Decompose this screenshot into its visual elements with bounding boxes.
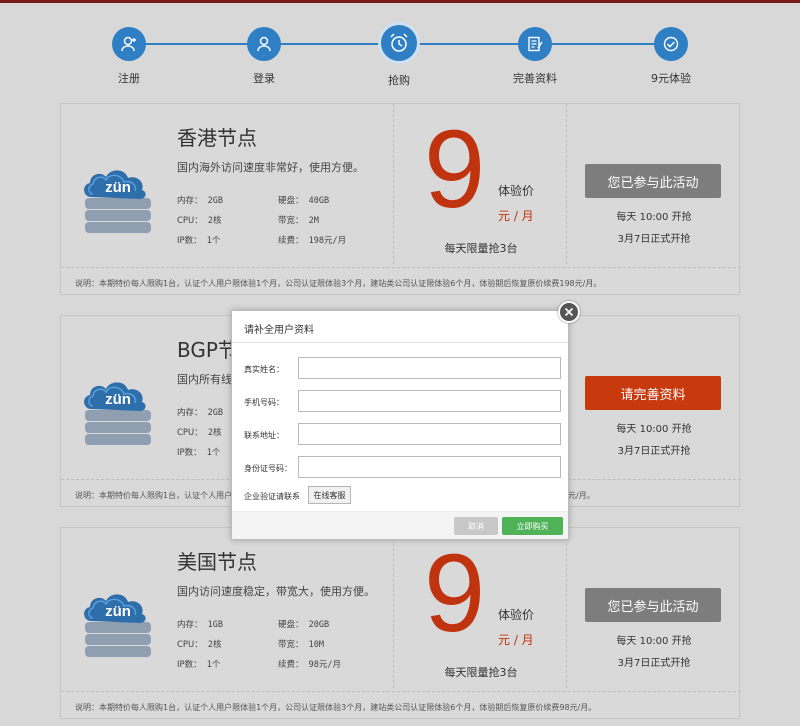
launch-date: 3月7日正式开抢 (617, 658, 691, 669)
user-add-icon (112, 27, 146, 61)
price-label: 体验价 (498, 184, 535, 198)
price-unit: 元 / 月 (498, 633, 534, 647)
check-circle-icon (654, 27, 688, 61)
spec-disk: 硬盘： 20GB (278, 620, 330, 630)
spec-renewal: 续费： 198元/月 (278, 236, 347, 246)
promo-note: 说明：本期特价每人限购1台，认证个人用户限体验1个月，公司认证限体验3个月，建站… (61, 691, 741, 719)
step-9yuan-trial: 9元体验 (631, 27, 711, 86)
cancel-button[interactable]: 取消 (454, 517, 498, 535)
spec-memory: 内存： 2GB (177, 408, 223, 418)
server-cloud-logo-icon: zün (84, 170, 151, 233)
dialog-title: 请补全用户资料 (232, 311, 568, 343)
id-number-input[interactable] (298, 456, 561, 478)
svg-text:zün: zün (105, 603, 131, 620)
enterprise-verify-label: 企业验证请联系 (244, 492, 300, 501)
daily-limit: 每天限量抢3台 (444, 242, 518, 255)
launch-date: 3月7日正式开抢 (617, 234, 691, 245)
spec-memory: 内存： 2GB (177, 196, 223, 206)
step-label: 9元体验 (651, 72, 691, 85)
spec-ip-count: IP数： 1个 (177, 236, 221, 246)
daily-start-time: 每天 10:00 开抢 (616, 212, 692, 223)
product-info: zün 美国节点 国内访问速度稳定，带宽大，使用方便。 内存： 1GB 硬盘： … (61, 528, 393, 688)
spec-ip-count: IP数： 1个 (177, 448, 221, 458)
progress-steps: 注册 登录 抢购 完善资料 9元体验 (0, 0, 800, 100)
action-panel: 请完善资料 每天 10:00 开抢 3月7日正式开抢 (567, 316, 741, 476)
step-register: 注册 (89, 27, 169, 86)
daily-start-time: 每天 10:00 开抢 (616, 424, 692, 435)
step-label: 抢购 (388, 74, 410, 87)
server-cloud-logo-icon: zün (84, 382, 151, 445)
launch-date: 3月7日正式开抢 (617, 446, 691, 457)
svg-text:zün: zün (105, 391, 131, 408)
step-label: 完善资料 (513, 72, 557, 85)
product-description: 国内海外访问速度非常好，使用方便。 (177, 161, 364, 174)
price-unit: 元 / 月 (498, 209, 534, 223)
product-title: 美国节点 (177, 550, 257, 574)
daily-limit: 每天限量抢3台 (444, 666, 518, 679)
spec-disk: 硬盘： 40GB (278, 196, 330, 206)
product-description: 国内所有线 (177, 373, 232, 386)
spec-renewal: 续费： 98元/月 (278, 660, 341, 670)
spec-cpu: CPU： 2核 (177, 428, 222, 438)
close-icon[interactable] (558, 301, 580, 323)
spec-bandwidth: 带宽： 2M (278, 216, 319, 226)
buy-now-button[interactable]: 立即购买 (502, 517, 563, 535)
real-name-input[interactable] (298, 357, 561, 379)
step-login: 登录 (224, 27, 304, 86)
user-icon (247, 27, 281, 61)
already-joined-button[interactable]: 您已参与此活动 (585, 164, 721, 198)
promo-note: 说明：本期特价每人限购1台，认证个人用户限体验1个月，公司认证限体验3个月，建站… (61, 267, 741, 295)
step-complete-info: 完善资料 (495, 27, 575, 86)
complete-info-button[interactable]: 请完善资料 (585, 376, 721, 410)
spec-bandwidth: 带宽： 10M (278, 640, 324, 650)
online-service-button[interactable]: 在线客服 (308, 486, 351, 504)
phone-input[interactable] (298, 390, 561, 412)
product-title: 香港节点 (177, 126, 257, 150)
dialog-footer: 取消 立即购买 (232, 511, 568, 539)
svg-text:zün: zün (105, 179, 131, 196)
id-number-label: 身份证号码： (244, 464, 292, 473)
product-card-hongkong: zün 香港节点 国内海外访问速度非常好，使用方便。 内存： 2GB 硬盘： 4… (60, 103, 741, 295)
alarm-clock-icon (378, 22, 420, 64)
action-panel: 您已参与此活动 每天 10:00 开抢 3月7日正式开抢 (567, 104, 741, 264)
step-label: 登录 (253, 72, 275, 85)
price-number: 9 (424, 108, 486, 231)
product-description: 国内访问速度稳定，带宽大，使用方便。 (177, 585, 375, 598)
already-joined-button[interactable]: 您已参与此活动 (585, 588, 721, 622)
product-card-usa: zün 美国节点 国内访问速度稳定，带宽大，使用方便。 内存： 1GB 硬盘： … (60, 527, 741, 719)
server-cloud-logo-icon: zün (84, 594, 151, 657)
price-panel: 9 体验价 元 / 月 每天限量抢3台 (393, 528, 567, 688)
spec-cpu: CPU： 2核 (177, 216, 222, 226)
step-rush-buy: 抢购 (359, 22, 439, 88)
price-number: 9 (424, 532, 486, 655)
product-info: zün 香港节点 国内海外访问速度非常好，使用方便。 内存： 2GB 硬盘： 4… (61, 104, 393, 264)
action-panel: 您已参与此活动 每天 10:00 开抢 3月7日正式开抢 (567, 528, 741, 688)
product-title: BGP节 (177, 338, 238, 362)
real-name-label: 真实姓名： (244, 365, 284, 374)
spec-cpu: CPU： 2核 (177, 640, 222, 650)
step-label: 注册 (118, 72, 140, 85)
price-label: 体验价 (498, 608, 535, 622)
price-panel: 9 体验价 元 / 月 每天限量抢3台 (393, 104, 567, 264)
daily-start-time: 每天 10:00 开抢 (616, 636, 692, 647)
address-input[interactable] (298, 423, 561, 445)
spec-memory: 内存： 1GB (177, 620, 223, 630)
spec-ip-count: IP数： 1个 (177, 660, 221, 670)
phone-label: 手机号码： (244, 398, 284, 407)
edit-document-icon (518, 27, 552, 61)
address-label: 联系地址： (244, 431, 284, 440)
complete-profile-dialog: 请补全用户资料 真实姓名： 手机号码： 联系地址： 身份证号码： 企业验证请联系… (231, 301, 580, 540)
